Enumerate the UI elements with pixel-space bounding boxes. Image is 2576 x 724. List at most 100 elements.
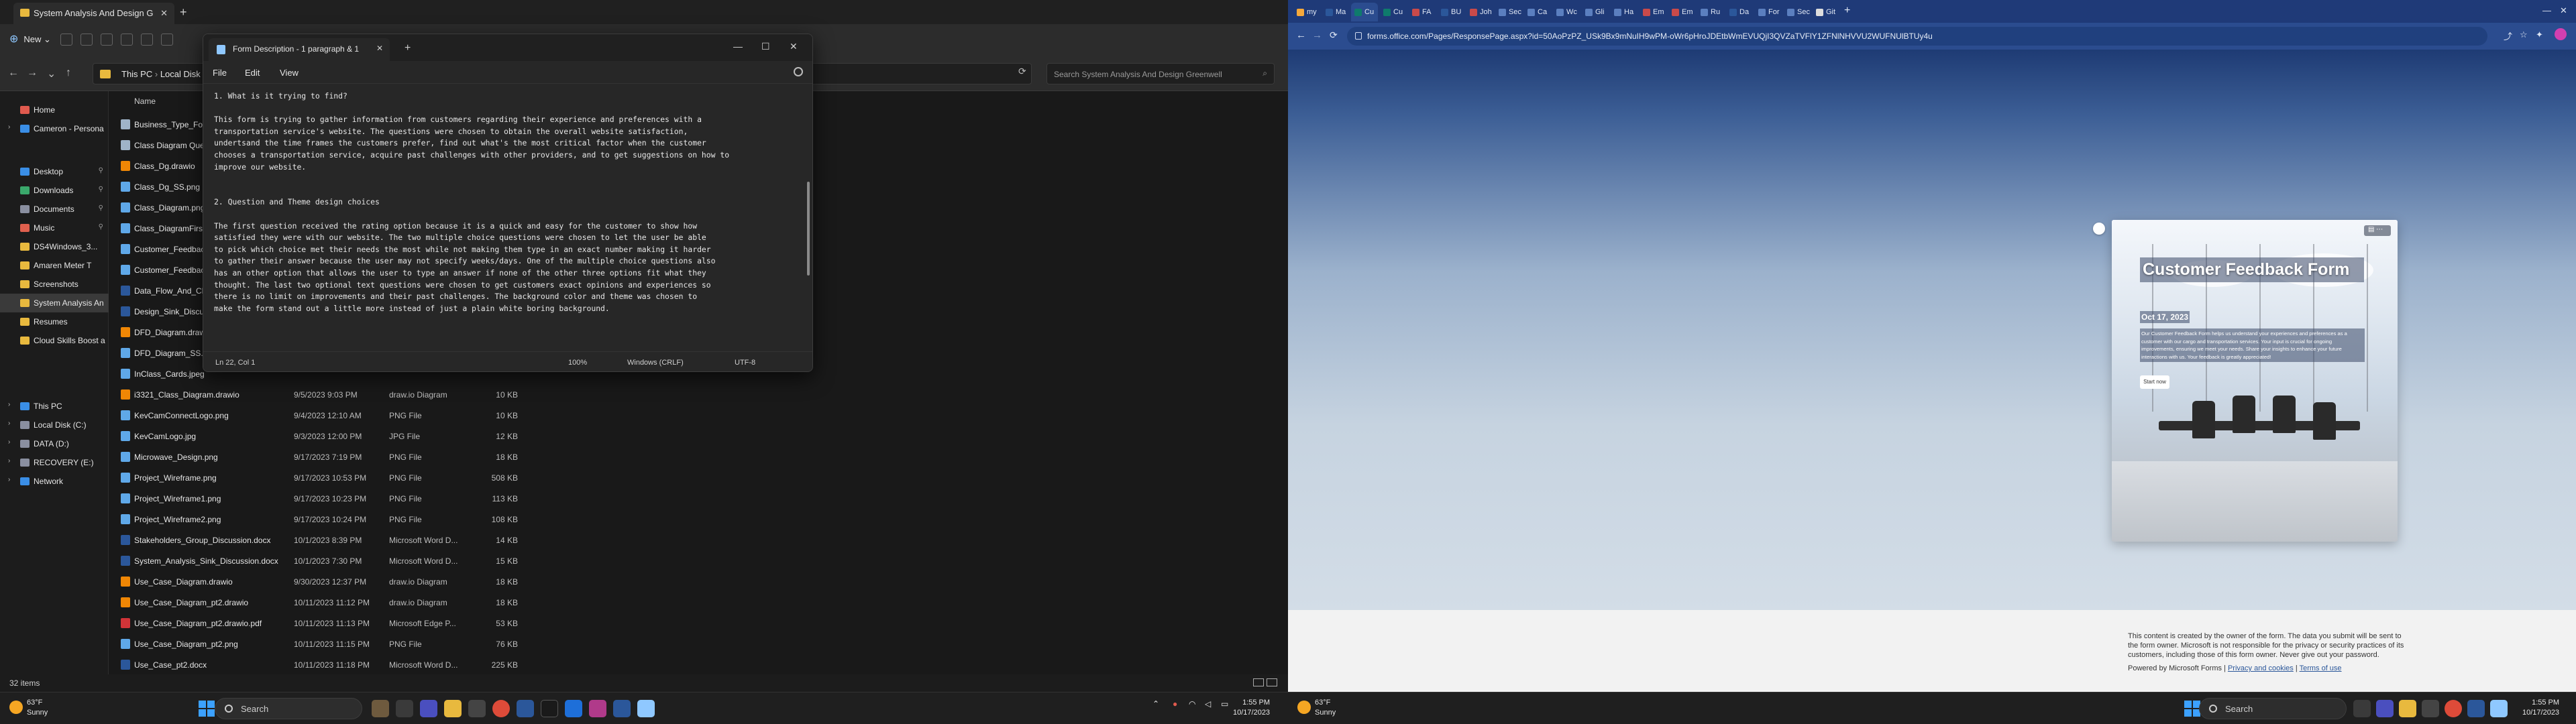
breadcrumb-local-disk[interactable]: Local Disk: [160, 69, 201, 79]
maximize-icon[interactable]: ☐: [761, 41, 770, 52]
mail-icon[interactable]: [517, 700, 534, 717]
wifi-icon[interactable]: ◠: [1189, 699, 1195, 709]
close-icon[interactable]: ✕: [790, 41, 798, 52]
file-row[interactable]: i3321_Class_Diagram.drawio 9/5/2023 9:03 …: [109, 384, 538, 405]
close-tab-icon[interactable]: ✕: [160, 8, 168, 19]
forward-icon[interactable]: →: [27, 67, 38, 79]
close-icon[interactable]: ✕: [2560, 5, 2567, 16]
start-icon[interactable]: [2184, 701, 2200, 717]
column-name-header[interactable]: Name: [134, 97, 156, 106]
reload-icon[interactable]: ⟳: [1330, 29, 1338, 41]
copy-icon[interactable]: [80, 34, 93, 46]
teams-icon[interactable]: [420, 700, 437, 717]
site-info-icon[interactable]: [1355, 32, 1362, 40]
back-icon[interactable]: ←: [1296, 29, 1306, 41]
form-tools[interactable]: ▤ ⋯: [2364, 225, 2391, 236]
browser-tab[interactable]: For: [1755, 3, 1782, 21]
file-row[interactable]: Use_Case_Diagram_pt2.drawio 10/11/2023 11…: [109, 592, 538, 613]
recent-dropdown-icon[interactable]: ⌄: [47, 67, 56, 80]
extensions-icon[interactable]: ✦: [2536, 29, 2543, 40]
expand-chevron-icon[interactable]: ›: [8, 438, 10, 446]
teams-icon[interactable]: [2376, 700, 2394, 717]
file-row[interactable]: KevCamConnectLogo.png 9/4/2023 12:10 AM PN…: [109, 405, 538, 426]
browser-tab[interactable]: Ha: [1611, 3, 1638, 21]
browser-tab[interactable]: my: [1293, 3, 1320, 21]
refresh-icon[interactable]: ⟳: [1018, 66, 1026, 77]
volume-icon[interactable]: ◁: [1205, 699, 1211, 709]
expand-chevron-icon[interactable]: ›: [8, 123, 10, 131]
browser-tab[interactable]: Ma: [1322, 3, 1349, 21]
file-explorer-icon[interactable]: [444, 700, 462, 717]
chrome-icon[interactable]: [492, 700, 510, 717]
minimize-icon[interactable]: —: [733, 41, 743, 52]
taskbar-search[interactable]: Search: [215, 698, 362, 719]
browser-tab[interactable]: Cu: [1380, 3, 1407, 21]
new-tab-button[interactable]: +: [405, 42, 411, 54]
nav-item[interactable]: Desktop ⚲: [0, 162, 109, 181]
file-row[interactable]: Use_Case_Diagram_pt2.png 10/11/2023 11:15…: [109, 634, 538, 654]
notepad-tab[interactable]: Form Description - 1 paragraph & 1 ✕: [209, 38, 390, 61]
file-row[interactable]: Use_Case_Diagram.drawio 9/30/2023 12:37 P…: [109, 571, 538, 592]
browser-tab[interactable]: Em: [1668, 3, 1695, 21]
nav-item[interactable]: Resumes: [0, 312, 109, 331]
file-row[interactable]: Microwave_Design.png 9/17/2023 7:19 PM PNG…: [109, 446, 538, 467]
browser-tab[interactable]: Sec: [1784, 3, 1811, 21]
up-icon[interactable]: ↑: [66, 67, 71, 79]
notepad-taskbar-icon[interactable]: [637, 700, 655, 717]
store-icon[interactable]: [2422, 700, 2439, 717]
share-icon[interactable]: ⤴: [2504, 29, 2512, 42]
edge-icon[interactable]: [565, 700, 582, 717]
menu-view[interactable]: View: [280, 68, 299, 78]
app-icon[interactable]: [589, 700, 606, 717]
share-icon[interactable]: [141, 34, 153, 46]
nav-item[interactable]: DS4Windows_3...: [0, 237, 109, 256]
tiles-view-icon[interactable]: [1267, 678, 1277, 686]
new-button[interactable]: ⊕ New ⌄: [9, 32, 51, 46]
menu-file[interactable]: File: [213, 68, 227, 78]
store-icon[interactable]: [468, 700, 486, 717]
cut-icon[interactable]: [60, 34, 72, 46]
privacy-link[interactable]: Privacy and cookies: [2228, 664, 2294, 672]
new-tab-button[interactable]: +: [180, 5, 187, 19]
clock[interactable]: 1:55 PM 10/17/2023: [2522, 698, 2559, 718]
taskbar-search[interactable]: Search: [2199, 698, 2347, 719]
notepad-text-area[interactable]: 1. What is it trying to find? This form …: [214, 90, 802, 345]
details-view-icon[interactable]: [1253, 678, 1264, 686]
rename-icon[interactable]: [121, 34, 133, 46]
nav-item[interactable]: Documents ⚲: [0, 200, 109, 219]
start-now-button[interactable]: Start now: [2140, 375, 2169, 389]
browser-tab[interactable]: Ru: [1697, 3, 1724, 21]
browser-tab[interactable]: FA: [1409, 3, 1436, 21]
url-bar[interactable]: forms.office.com/Pages/ResponsePage.aspx…: [1347, 27, 2487, 46]
nav-item[interactable]: Local Disk (C:) ›: [0, 416, 109, 434]
file-row[interactable]: Project_Wireframe1.png 9/17/2023 10:23 PM…: [109, 488, 538, 509]
nav-item[interactable]: Cameron - Persona ›: [0, 119, 109, 138]
file-row[interactable]: Use_Case_Diagram_pt2.drawio.pdf 10/11/202…: [109, 613, 538, 634]
chrome-icon[interactable]: [2445, 700, 2462, 717]
browser-tab[interactable]: Gli: [1582, 3, 1609, 21]
task-view-icon[interactable]: [396, 700, 413, 717]
nav-item[interactable]: Network ›: [0, 472, 109, 491]
paste-icon[interactable]: [101, 34, 113, 46]
delete-icon[interactable]: [161, 34, 173, 46]
file-row[interactable]: Project_Wireframe.png 9/17/2023 10:53 PM P…: [109, 467, 538, 488]
forward-icon[interactable]: →: [1312, 29, 1322, 41]
browser-tab[interactable]: Da: [1726, 3, 1753, 21]
nav-item[interactable]: Amaren Meter T: [0, 256, 109, 275]
file-explorer-icon[interactable]: [2399, 700, 2416, 717]
nav-item[interactable]: Screenshots: [0, 275, 109, 294]
nav-item[interactable]: This PC ›: [0, 397, 109, 416]
breadcrumb-this-pc[interactable]: This PC: [121, 69, 152, 79]
word-icon[interactable]: [613, 700, 631, 717]
bookmark-icon[interactable]: ☆: [2520, 29, 2528, 40]
image-options-icon[interactable]: [2093, 223, 2105, 235]
settings-gear-icon[interactable]: [794, 67, 803, 76]
browser-tab[interactable]: BU: [1438, 3, 1464, 21]
browser-tab[interactable]: Git: [1813, 3, 1839, 21]
menu-edit[interactable]: Edit: [245, 68, 260, 78]
file-row[interactable]: System_Analysis_Sink_Discussion.docx 10/1…: [109, 550, 538, 571]
nav-item[interactable]: DATA (D:) ›: [0, 434, 109, 453]
expand-chevron-icon[interactable]: ›: [8, 420, 10, 427]
browser-tab[interactable]: Em: [1640, 3, 1666, 21]
nav-item[interactable]: RECOVERY (E:) ›: [0, 453, 109, 472]
